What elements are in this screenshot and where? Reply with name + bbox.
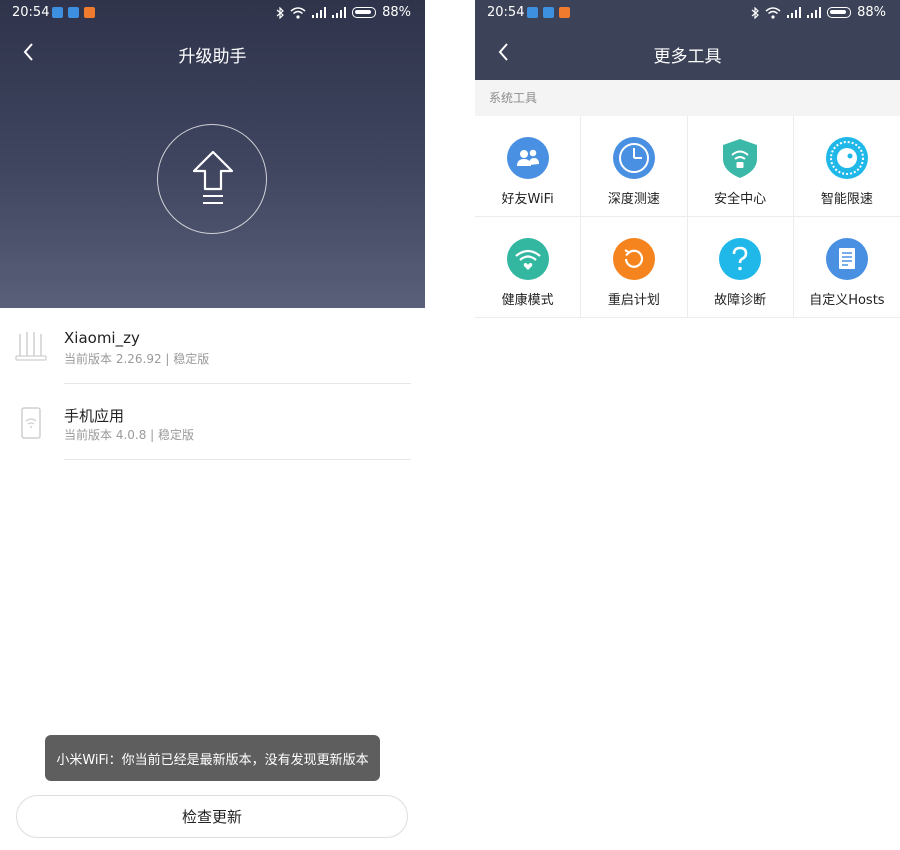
app-name: 手机应用: [64, 407, 125, 425]
tool-custom-hosts[interactable]: 自定义Hosts: [793, 217, 900, 318]
battery-percent: 88%: [382, 5, 411, 20]
header: 20:54 88% 更多工具: [475, 0, 900, 80]
page-title: 更多工具: [653, 47, 722, 67]
tool-label: 安全中心: [714, 192, 767, 207]
shield-icon: [719, 137, 761, 179]
question-icon: [719, 238, 762, 280]
upgrade-arrow-icon: [192, 150, 234, 204]
page-title: 升级助手: [178, 47, 247, 67]
upgrade-circle: [157, 124, 267, 234]
title-bar: 更多工具: [475, 26, 900, 80]
hero-header: 20:54 88% 升级助手: [0, 0, 425, 308]
notification-icon: [559, 7, 570, 18]
tool-label: 自定义Hosts: [809, 293, 885, 308]
status-time: 20:54: [487, 5, 525, 20]
list-item-app[interactable]: 手机应用 当前版本 4.0.8 | 稳定版: [0, 384, 425, 460]
list-item-router[interactable]: Xiaomi_zy 当前版本 2.26.92 | 稳定版: [0, 308, 425, 384]
section-header: 系统工具: [475, 80, 900, 116]
speed-dial-icon: [612, 137, 655, 179]
more-tools-screen: 20:54 88% 更多工具 系统工具 好友WiFi 深度测速 安全中心 智能限…: [475, 0, 900, 850]
tool-reboot-plan[interactable]: 重启计划: [581, 217, 688, 318]
wifi-icon: [290, 6, 306, 19]
wifi-icon: [765, 6, 781, 19]
tools-grid: 好友WiFi 深度测速 安全中心 智能限速 健康模式 重启计划 故障诊断 自定义…: [475, 116, 900, 318]
battery-icon: [827, 7, 852, 18]
tool-label: 重启计划: [607, 293, 660, 308]
hosts-document-icon: [825, 238, 868, 280]
bluetooth-icon: [276, 6, 284, 19]
signal-icon: [787, 7, 802, 18]
device-version: 当前版本 2.26.92 | 稳定版: [64, 352, 210, 366]
status-time: 20:54: [12, 5, 50, 20]
divider: [64, 459, 411, 460]
signal-icon: [332, 7, 347, 18]
battery-icon: [352, 7, 377, 18]
status-bar: 20:54 88%: [0, 0, 425, 26]
signal-icon: [807, 7, 822, 18]
tool-label: 深度测速: [607, 192, 660, 207]
health-wifi-icon: [506, 238, 549, 280]
tool-label: 故障诊断: [714, 293, 767, 308]
tool-label: 智能限速: [820, 192, 873, 207]
title-bar: 升级助手: [0, 26, 425, 80]
friends-icon: [506, 137, 549, 179]
notification-icon: [527, 7, 538, 18]
tool-diagnosis[interactable]: 故障诊断: [687, 217, 794, 318]
tool-health-mode[interactable]: 健康模式: [475, 217, 582, 318]
tool-friend-wifi[interactable]: 好友WiFi: [475, 116, 582, 217]
tool-security-center[interactable]: 安全中心: [687, 116, 794, 217]
tool-smart-limit[interactable]: 智能限速: [793, 116, 900, 217]
reboot-timer-icon: [612, 238, 655, 280]
signal-icon: [312, 7, 327, 18]
notification-icon: [84, 7, 95, 18]
notification-icon: [52, 7, 63, 18]
notification-icon: [68, 7, 79, 18]
battery-percent: 88%: [857, 5, 886, 20]
bluetooth-icon: [751, 6, 759, 19]
device-name: Xiaomi_zy: [64, 329, 140, 347]
tool-label: 好友WiFi: [501, 192, 554, 207]
phone-icon: [21, 407, 41, 439]
tool-speed-test[interactable]: 深度测速: [581, 116, 688, 217]
status-bar: 20:54 88%: [475, 0, 900, 26]
upgrade-assistant-screen: 20:54 88% 升级助手 Xiaomi_zy 当前版本 2.26.92 | …: [0, 0, 425, 850]
limit-dial-icon: [825, 137, 868, 179]
tool-label: 健康模式: [501, 293, 554, 308]
router-icon: [15, 332, 47, 361]
app-version: 当前版本 4.0.8 | 稳定版: [64, 428, 195, 442]
check-update-button[interactable]: 检查更新: [16, 795, 408, 838]
toast-message: 小米WiFi：你当前已经是最新版本，没有发现更新版本: [45, 735, 380, 781]
notification-icon: [543, 7, 554, 18]
